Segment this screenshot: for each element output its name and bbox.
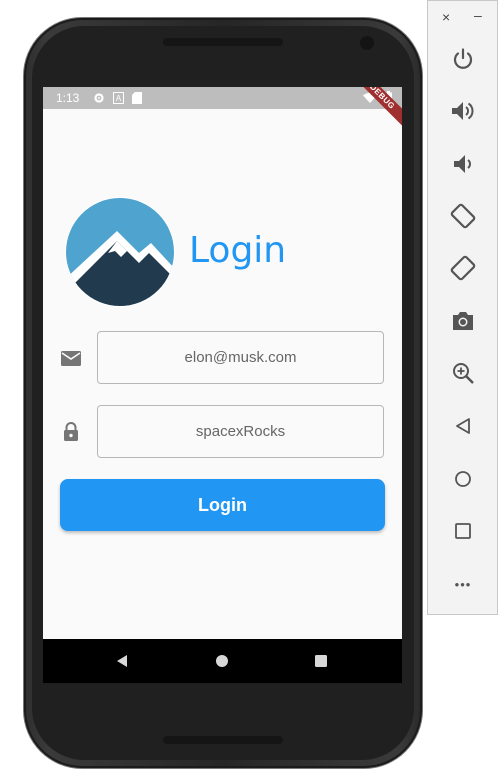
email-icon: [61, 351, 81, 366]
camera-icon[interactable]: [448, 306, 478, 336]
speaker-grille: [163, 38, 283, 46]
navigation-bar: [43, 639, 402, 683]
email-field[interactable]: [97, 331, 384, 384]
toolbar-overview-icon[interactable]: [448, 516, 478, 546]
bottom-speaker: [163, 736, 283, 744]
app-logo: [65, 197, 175, 307]
volume-up-icon[interactable]: [448, 96, 478, 126]
emulator-toolbar: × – •••: [427, 0, 498, 615]
front-camera: [360, 36, 374, 50]
login-button[interactable]: Login: [60, 479, 385, 531]
password-field[interactable]: [97, 405, 384, 458]
toolbar-header: × –: [428, 1, 497, 35]
accessibility-icon: A: [113, 92, 124, 104]
debug-banner: DEBUG: [349, 87, 402, 130]
rotate-right-icon[interactable]: [448, 253, 478, 283]
home-icon[interactable]: [214, 653, 230, 669]
phone-screen: 1:13 A DEBUG Login elon@musk.com spacexR…: [43, 87, 402, 683]
overview-icon[interactable]: [313, 653, 329, 669]
settings-icon: [94, 93, 104, 103]
volume-down-icon[interactable]: [448, 149, 478, 179]
power-icon[interactable]: [448, 44, 478, 74]
status-bar: 1:13 A DEBUG: [43, 87, 402, 130]
zoom-icon[interactable]: [448, 358, 478, 388]
back-icon[interactable]: [114, 653, 130, 669]
rotate-left-icon[interactable]: [448, 201, 478, 231]
toolbar-back-icon[interactable]: [448, 411, 478, 441]
page-title: Login: [189, 230, 287, 271]
email-input[interactable]: [98, 348, 383, 367]
svg-text:A: A: [116, 94, 122, 103]
status-icons: A: [93, 91, 142, 105]
close-icon[interactable]: ×: [442, 9, 450, 25]
lock-icon: [64, 422, 78, 441]
minimize-icon[interactable]: –: [474, 7, 482, 23]
status-time: 1:13: [56, 91, 80, 105]
password-input[interactable]: [98, 422, 383, 441]
toolbar-home-icon[interactable]: [448, 464, 478, 494]
sd-card-icon: [132, 92, 142, 104]
more-icon[interactable]: •••: [448, 569, 478, 599]
